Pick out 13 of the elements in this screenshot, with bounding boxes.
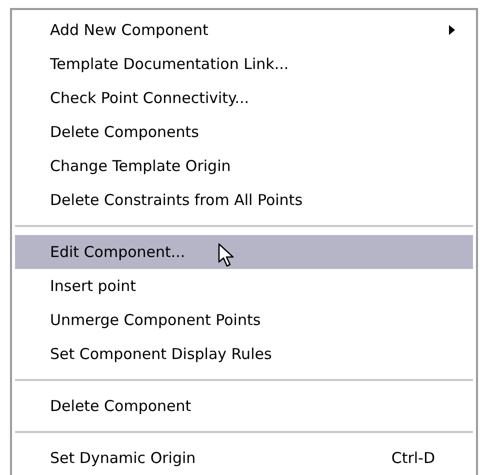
menu-item[interactable]: Unmerge Component Points (15, 303, 473, 337)
menu-item[interactable]: Delete Components (15, 115, 473, 149)
menu-item[interactable]: Insert point (15, 269, 473, 303)
menu-item[interactable]: Delete Constraints from All Points (15, 183, 473, 217)
menu-item[interactable]: Set Dynamic Origin Ctrl-D (15, 441, 473, 475)
menu-item[interactable]: Edit Component... (15, 235, 473, 269)
shortcut-label: Ctrl-D (391, 449, 435, 467)
menu-item[interactable]: Set Component Display Rules (15, 337, 473, 371)
menu-item[interactable]: Check Point Connectivity... (15, 81, 473, 115)
menu-item[interactable]: Delete Component (15, 389, 473, 423)
menu-item[interactable]: Template Documentation Link... (15, 47, 473, 81)
menu-item[interactable]: Change Template Origin (15, 149, 473, 183)
menu-item[interactable]: Add New Component (15, 13, 473, 47)
